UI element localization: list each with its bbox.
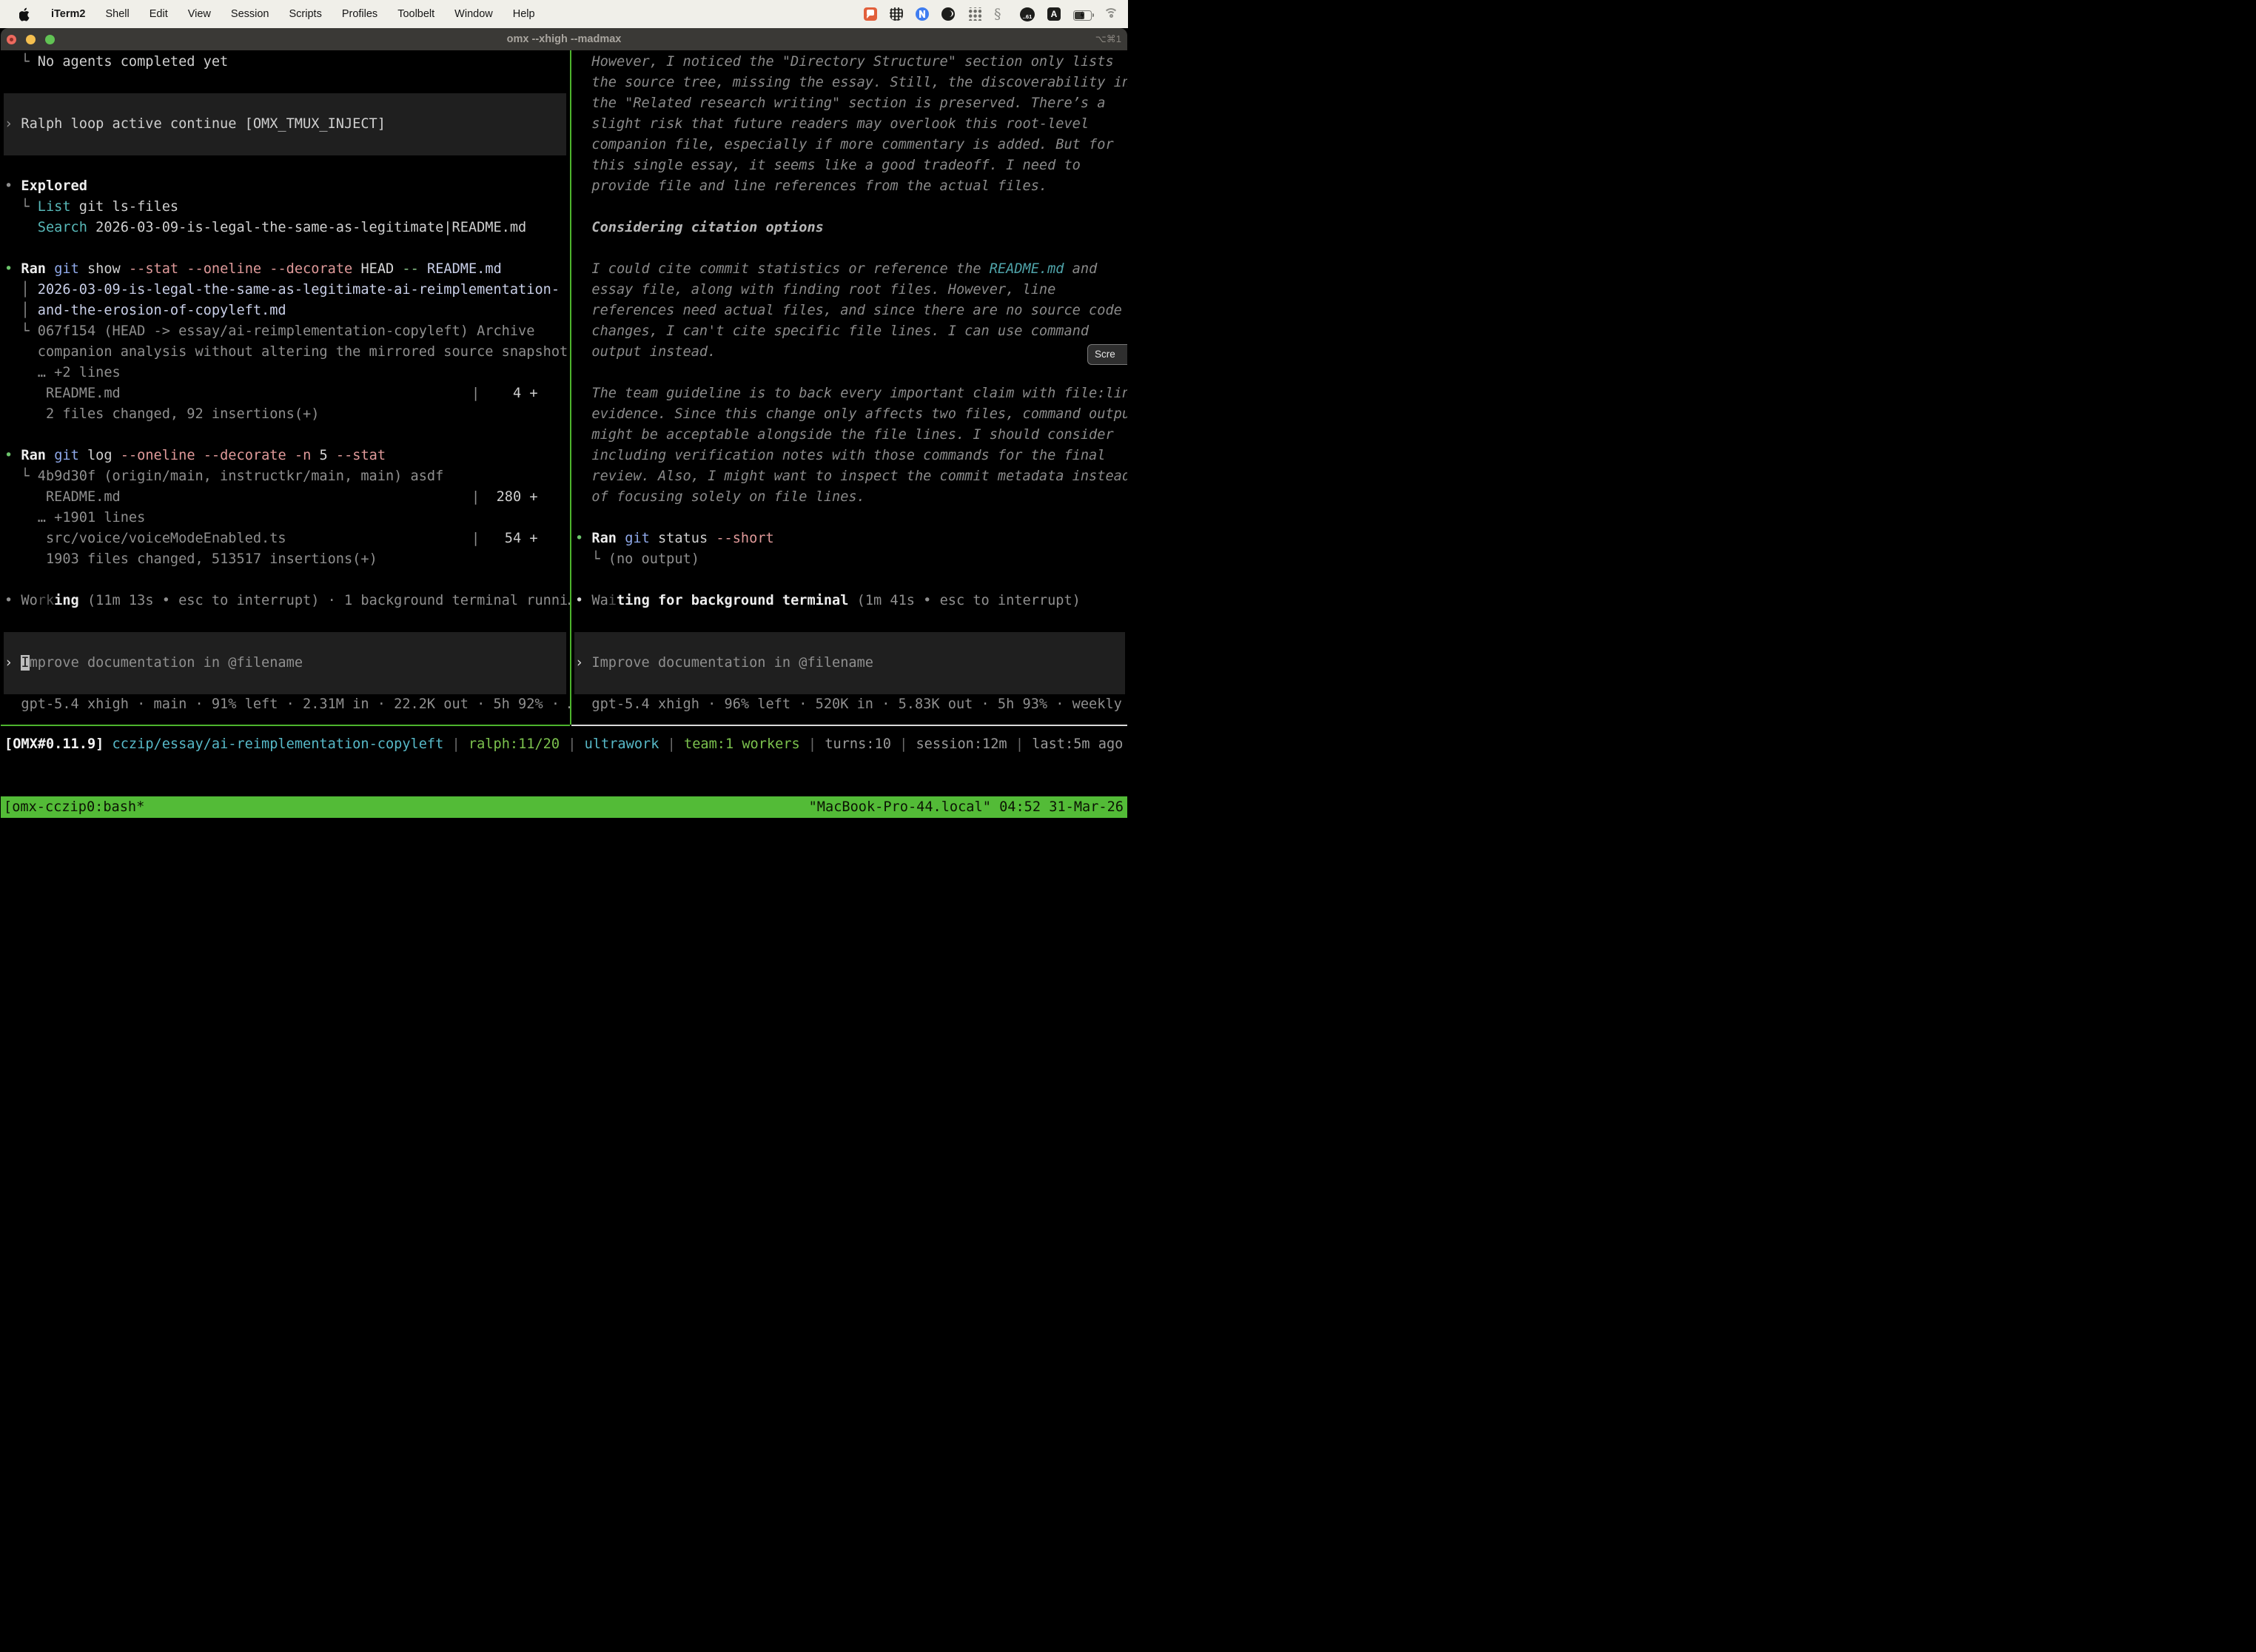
arg-wrap-1: │ 2026-03-09-is-legal-the-same-as-legiti… xyxy=(4,280,570,300)
menu-shell[interactable]: Shell xyxy=(105,8,129,20)
window-titlebar[interactable]: omx --xhigh --madmax ⌥⌘1 xyxy=(1,28,1127,50)
thinking-text: review. Also, I might want to inspect th… xyxy=(575,466,1127,487)
session-statusbar: gpt-5.4 xhigh · 96% left · 520K in · 5.8… xyxy=(575,694,1127,715)
menu-left: iTerm2 Shell Edit View Session Scripts Profile… xyxy=(0,7,535,21)
iterm-window: omx --xhigh --madmax ⌥⌘1 └ No agents com… xyxy=(1,28,1127,826)
more-lines: … +1901 lines xyxy=(4,508,570,528)
thinking-text: this single essay, it seems like a good … xyxy=(575,155,1127,176)
menu-profiles[interactable]: Profiles xyxy=(342,8,377,20)
menu-toolbelt[interactable]: Toolbelt xyxy=(397,8,434,20)
diffstat-value: | 280 + xyxy=(471,487,538,508)
command-output: └ (no output) xyxy=(575,549,1127,570)
squiggle-icon[interactable] xyxy=(994,7,1007,21)
thinking-text: provide file and line references from th… xyxy=(575,176,1127,197)
wifi-icon[interactable] xyxy=(1104,7,1118,21)
pane-divider[interactable] xyxy=(570,50,571,725)
ran-git-status: • Ran git status --short xyxy=(575,528,1127,549)
arg-wrap-2: │ and-the-erosion-of-copyleft.md xyxy=(4,300,570,321)
commit-line-wrap: companion analysis without altering the … xyxy=(4,342,570,363)
ran-git-log: • Ran git log --oneline --decorate -n 5 … xyxy=(4,446,570,466)
agents-status-line: └ No agents completed yet xyxy=(4,52,570,73)
right-pane[interactable]: However, I noticed the "Directory Struct… xyxy=(571,50,1127,725)
explored-search: Search 2026-03-09-is-legal-the-same-as-l… xyxy=(4,218,570,238)
menu-session[interactable]: Session xyxy=(231,8,269,20)
ralph-loop-line: › Ralph loop active continue [OMX_TMUX_I… xyxy=(4,114,570,135)
thinking-text: references need actual files, and since … xyxy=(575,300,1127,321)
status-icons: ..61 A xyxy=(864,7,1128,21)
thinking-text: I could cite commit statistics or refere… xyxy=(575,259,1127,280)
tmux-session-label: [omx-cczip0:bash* xyxy=(1,796,144,818)
prompt-input-line: › Improve documentation in @filename xyxy=(575,653,1127,674)
thinking-text: the "Related research writing" section i… xyxy=(575,93,1127,114)
menu-view[interactable]: View xyxy=(188,8,211,20)
thinking-text: The team guideline is to back every impo… xyxy=(575,383,1127,404)
left-pane[interactable]: └ No agents completed yet › Ralph loop ac… xyxy=(1,50,570,725)
menu-items: iTerm2 Shell Edit View Session Scripts Profile… xyxy=(51,8,535,20)
chat-app-icon[interactable] xyxy=(864,7,877,21)
terminal-area: └ No agents completed yet › Ralph loop ac… xyxy=(1,50,1127,826)
stat-file: src/voice/voiceModeEnabled.ts| 54 + xyxy=(4,528,570,549)
blue-bolt-icon[interactable] xyxy=(916,7,929,21)
thinking-text: including verification notes with those … xyxy=(575,446,1127,466)
macos-menu-bar: iTerm2 Shell Edit View Session Scripts Profile… xyxy=(0,0,1128,28)
thinking-text: output instead. xyxy=(575,342,1127,363)
a-square-icon[interactable]: A xyxy=(1047,7,1061,21)
stat-file: README.md| 4 + xyxy=(4,383,570,404)
thinking-heading: Considering citation options xyxy=(575,218,1127,238)
menu-edit[interactable]: Edit xyxy=(150,8,168,20)
omx-status-line: [OMX#0.11.9] cczip/essay/ai-reimplementa… xyxy=(4,734,1123,755)
active-pane-border xyxy=(1,725,570,726)
thinking-text: However, I noticed the "Directory Struct… xyxy=(575,52,1127,73)
stat-summary: 2 files changed, 92 insertions(+) xyxy=(4,404,570,425)
menu-window[interactable]: Window xyxy=(454,8,493,20)
dots-grid-icon[interactable] xyxy=(967,7,981,21)
tmux-status-bar: [omx-cczip0:bash* "MacBook-Pro-44.local"… xyxy=(1,796,1127,818)
more-lines: … +2 lines xyxy=(4,363,570,383)
diffstat-value: | 54 + xyxy=(471,528,538,549)
explored-list: └ List git ls-files xyxy=(4,197,570,218)
thinking-text: slight risk that future readers may over… xyxy=(575,114,1127,135)
inactive-pane-border xyxy=(571,725,1127,726)
menu-scripts[interactable]: Scripts xyxy=(289,8,322,20)
dot61-icon[interactable]: ..61 xyxy=(1020,7,1035,21)
apple-icon[interactable] xyxy=(19,7,31,21)
screen: iTerm2 Shell Edit View Session Scripts Profile… xyxy=(0,0,1128,826)
stat-summary: 1903 files changed, 513517 insertions(+) xyxy=(4,549,570,570)
diffstat-value: | 4 + xyxy=(471,383,538,404)
tmux-host-clock: "MacBook-Pro-44.local" 04:52 31-Mar-26 xyxy=(809,796,1127,818)
thinking-text: evidence. Since this change only affects… xyxy=(575,404,1127,425)
screen-share-popup[interactable]: Scre xyxy=(1087,344,1127,365)
thinking-text: of focusing solely on file lines. xyxy=(575,487,1127,508)
thinking-text: the source tree, missing the essay. Stil… xyxy=(575,73,1127,93)
waiting-status: • Waiting for background terminal (1m 41… xyxy=(575,591,1127,611)
thinking-text: companion file, especially if more comme… xyxy=(575,135,1127,155)
ran-git-show: • Ran git show --stat --oneline --decora… xyxy=(4,259,570,280)
explored-header: • Explored xyxy=(4,176,570,197)
menu-iterm2[interactable]: iTerm2 xyxy=(51,8,85,20)
shield-grid-icon[interactable] xyxy=(890,7,903,21)
thinking-text: essay file, along with finding root file… xyxy=(575,280,1127,300)
window-shortcut-badge: ⌥⌘1 xyxy=(1095,33,1121,45)
battery-icon[interactable] xyxy=(1073,10,1092,21)
crescent-icon[interactable] xyxy=(941,7,955,21)
prompt-input-line: › Improve documentation in @filename xyxy=(4,653,570,674)
stat-file: README.md| 280 + xyxy=(4,487,570,508)
thinking-text: might be acceptable alongside the file l… xyxy=(575,425,1127,446)
working-status: • Working (11m 13s • esc to interrupt) ·… xyxy=(4,591,570,611)
session-statusbar: gpt-5.4 xhigh · main · 91% left · 2.31M … xyxy=(4,694,570,715)
window-title: omx --xhigh --madmax xyxy=(1,33,1127,45)
menu-help[interactable]: Help xyxy=(513,8,535,20)
commit-line: └ 067f154 (HEAD -> essay/ai-reimplementa… xyxy=(4,321,570,342)
commit-line: └ 4b9d30f (origin/main, instructkr/main,… xyxy=(4,466,570,487)
thinking-text: changes, I can't cite specific file line… xyxy=(575,321,1127,342)
